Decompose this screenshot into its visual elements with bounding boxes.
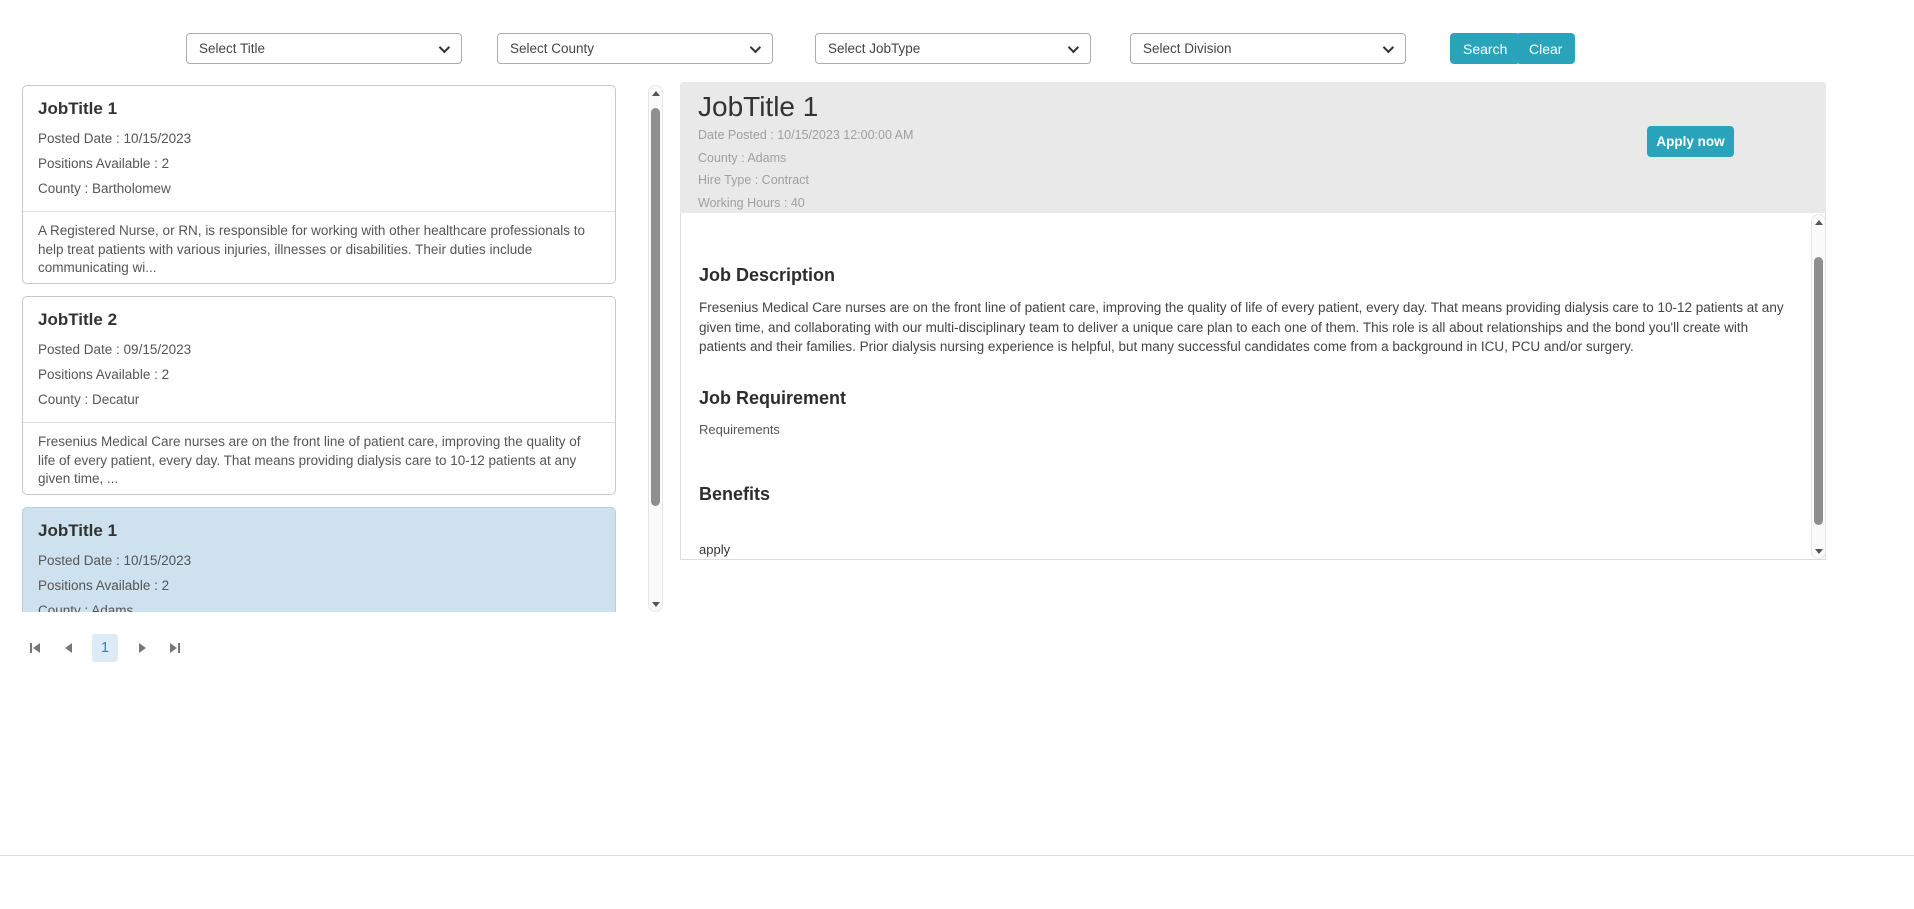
last-page-button[interactable]: [166, 635, 184, 661]
chevron-down-icon: [1383, 41, 1394, 52]
chevron-down-icon: [750, 41, 761, 52]
scroll-down-icon[interactable]: [649, 597, 662, 611]
division-select[interactable]: Select Division: [1130, 33, 1406, 64]
job-card-county: County : Adams: [38, 598, 600, 612]
chevron-down-icon: [439, 41, 450, 52]
job-list: JobTitle 1 Posted Date : 10/15/2023 Posi…: [22, 85, 662, 612]
detail-hire-type: Hire Type : Contract: [698, 169, 1826, 192]
jobtype-select[interactable]: Select JobType: [815, 33, 1091, 64]
job-description-text: Fresenius Medical Care nurses are on the…: [699, 298, 1794, 357]
pagination: 1: [26, 634, 184, 662]
job-card-posted-date: Posted Date : 10/15/2023: [38, 548, 600, 573]
first-page-button[interactable]: [26, 635, 44, 661]
triangle-left-icon: [33, 643, 40, 653]
chevron-down-icon: [1068, 41, 1079, 52]
triangle-up-icon: [652, 91, 660, 96]
job-card-posted-date: Posted Date : 09/15/2023: [38, 337, 600, 362]
scroll-up-icon[interactable]: [649, 86, 662, 100]
clear-button[interactable]: Clear: [1516, 33, 1575, 64]
first-page-icon: [30, 643, 32, 653]
scrollbar-thumb[interactable]: [1814, 257, 1823, 525]
county-select[interactable]: Select County: [497, 33, 773, 64]
search-button[interactable]: Search: [1450, 33, 1520, 64]
job-detail-scrollbar[interactable]: [1811, 214, 1826, 559]
job-card-county: County : Bartholomew: [38, 176, 600, 201]
job-card-description: A Registered Nurse, or RN, is responsibl…: [38, 222, 600, 278]
triangle-down-icon: [1815, 549, 1823, 554]
job-search-page: Select Title Select County Select JobTyp…: [0, 0, 1914, 909]
job-card-2[interactable]: JobTitle 2 Posted Date : 09/15/2023 Posi…: [22, 296, 616, 495]
apply-now-button[interactable]: Apply now: [1647, 126, 1734, 157]
job-detail-header: JobTitle 1 Date Posted : 10/15/2023 12:0…: [680, 82, 1826, 213]
bottom-divider: [0, 855, 1914, 856]
job-card-meta: Posted Date : 10/15/2023 Positions Avail…: [38, 548, 600, 612]
apply-text: apply: [699, 542, 1785, 557]
job-card-meta: Posted Date : 10/15/2023 Positions Avail…: [38, 126, 600, 201]
card-divider: [23, 211, 615, 212]
job-card-title: JobTitle 2: [38, 309, 600, 331]
jobtype-select-value: Select JobType: [828, 41, 1068, 56]
triangle-right-icon: [170, 643, 177, 653]
job-card-positions: Positions Available : 2: [38, 151, 600, 176]
job-card-posted-date: Posted Date : 10/15/2023: [38, 126, 600, 151]
next-page-button[interactable]: [133, 635, 151, 661]
job-card-title: JobTitle 1: [38, 520, 600, 542]
triangle-up-icon: [1815, 220, 1823, 225]
scroll-up-icon[interactable]: [1812, 215, 1825, 229]
triangle-right-icon: [139, 643, 146, 653]
job-card-1[interactable]: JobTitle 1 Posted Date : 10/15/2023 Posi…: [22, 85, 616, 284]
page-number-button[interactable]: 1: [92, 634, 118, 662]
previous-page-button[interactable]: [59, 635, 77, 661]
scrollbar-thumb[interactable]: [651, 108, 660, 506]
last-page-icon: [178, 643, 180, 653]
job-card-county: County : Decatur: [38, 387, 600, 412]
triangle-down-icon: [652, 602, 660, 607]
job-card-positions: Positions Available : 2: [38, 362, 600, 387]
job-card-column: JobTitle 1 Posted Date : 10/15/2023 Posi…: [22, 85, 616, 612]
job-list-scrollbar[interactable]: [648, 85, 663, 612]
job-card-meta: Posted Date : 09/15/2023 Positions Avail…: [38, 337, 600, 412]
job-card-title: JobTitle 1: [38, 98, 600, 120]
job-card-positions: Positions Available : 2: [38, 573, 600, 598]
job-detail-body: Job Description Fresenius Medical Care n…: [680, 213, 1826, 560]
detail-working-hours: Working Hours : 40: [698, 192, 1826, 215]
triangle-left-icon: [65, 643, 72, 653]
title-select-value: Select Title: [199, 41, 439, 56]
benefits-heading: Benefits: [699, 484, 1785, 505]
job-card-description: Fresenius Medical Care nurses are on the…: [38, 433, 600, 489]
job-card-3-selected[interactable]: JobTitle 1 Posted Date : 10/15/2023 Posi…: [22, 507, 616, 612]
job-requirement-heading: Job Requirement: [699, 388, 1785, 409]
scroll-down-icon[interactable]: [1812, 544, 1825, 558]
job-description-heading: Job Description: [699, 265, 1785, 286]
division-select-value: Select Division: [1143, 41, 1383, 56]
job-detail-title: JobTitle 1: [698, 90, 1826, 124]
job-requirement-text: Requirements: [699, 422, 1785, 437]
card-divider: [23, 422, 615, 423]
county-select-value: Select County: [510, 41, 750, 56]
title-select[interactable]: Select Title: [186, 33, 462, 64]
